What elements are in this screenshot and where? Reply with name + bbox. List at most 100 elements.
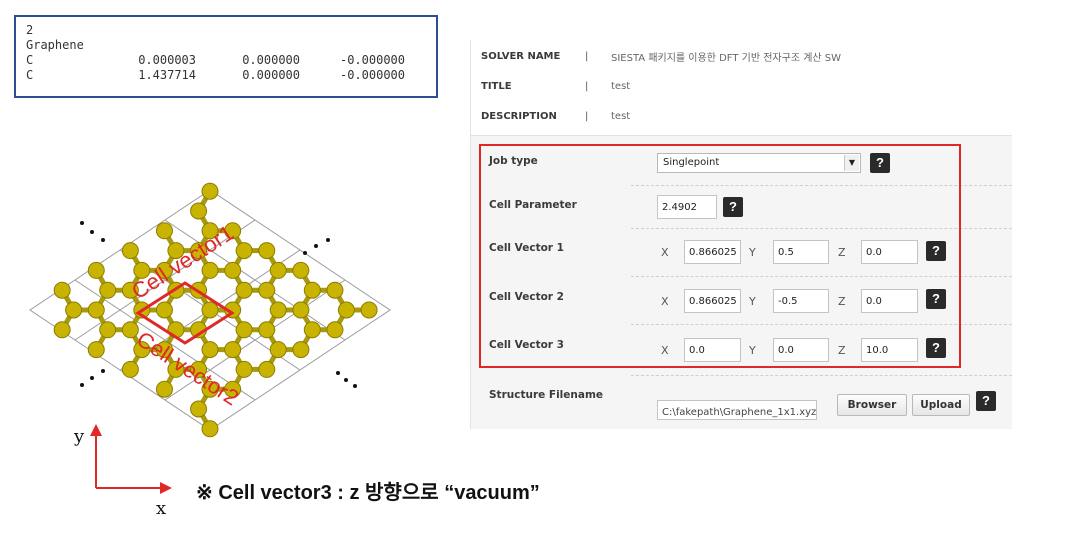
help-icon[interactable]: ? [723,197,743,217]
carbon-atom [235,360,253,378]
cell-vector3-y-input[interactable]: 0.0 [773,338,829,362]
y-label: Y [749,344,756,357]
cell-vector3-x-input[interactable]: 0.0 [684,338,741,362]
carbon-atom [258,281,276,299]
carbon-atom [155,301,173,319]
carbon-atom [155,380,173,398]
carbon-atom [201,261,219,279]
carbon-atom [190,202,208,220]
upload-button[interactable]: Upload [912,394,970,416]
cell-vector1-y-input[interactable]: 0.5 [773,240,829,264]
carbon-atom [87,301,105,319]
carbon-atom [87,341,105,359]
help-icon[interactable]: ? [976,391,996,411]
structure-filename-label: Structure Filename [489,389,604,401]
carbon-atom [167,321,185,339]
graphene-lattice-figure: Cell vector1 Cell vector2 [29,182,391,438]
cell-vector2-label: Cell Vector 2 [489,291,564,303]
carbon-atom [121,242,139,260]
carbon-atom [201,341,219,359]
vacuum-note: ※ Cell vector3 : z 방향으로 “vacuum” [196,482,540,504]
cell-parameter-input[interactable]: 2.4902 [657,195,717,219]
z-label: Z [838,246,846,259]
cell-vector2-x-input[interactable]: 0.866025 [684,289,741,313]
carbon-atom [269,261,287,279]
axes-indicator: y x [73,424,172,519]
carbon-atom [360,301,378,319]
title-label: TITLE [481,80,512,92]
description-label: DESCRIPTION [481,110,557,122]
carbon-atom [292,261,310,279]
carbon-atom [235,281,253,299]
browser-button[interactable]: Browser [837,394,907,416]
separator: | [585,110,589,122]
y-label: Y [749,246,756,259]
carbon-atom [201,182,219,200]
help-icon[interactable]: ? [926,241,946,261]
xyz-file-box: 2 Graphene C 0.000003 0.000000 -0.000000 C1… [14,15,438,98]
carbon-atom [99,281,117,299]
carbon-atom [99,321,117,339]
carbon-atom [292,301,310,319]
job-type-select[interactable]: Singlepoint ▼ [657,153,861,173]
separator: | [585,80,589,92]
help-icon[interactable]: ? [926,338,946,358]
z-label: Z [838,295,846,308]
carbon-atom [269,341,287,359]
carbon-atom [326,321,344,339]
title-value: test [611,80,631,92]
x-label: X [661,246,669,259]
atom-row: C 1.437714 0.000000 -0.000000 [26,68,405,82]
carbon-atom [235,242,253,260]
cell-vector1-x-input[interactable]: 0.866025 [684,240,741,264]
carbon-atom [201,301,219,319]
x-label: X [661,295,669,308]
x-axis-label: x [156,498,166,519]
carbon-atom [65,301,83,319]
help-icon[interactable]: ? [926,289,946,309]
carbon-atom [53,321,71,339]
cell-parameter-label: Cell Parameter [489,199,577,211]
carbon-atom [326,281,344,299]
title-row: TITLE | test [481,76,630,96]
job-type-label: Job type [489,155,538,167]
carbon-atom [235,321,253,339]
divider [631,375,1012,376]
carbon-atom [258,321,276,339]
separator: | [585,50,589,62]
solver-name-value: SIESTA 패키지를 이용한 DFT 기반 전자구조 계산 SW [611,52,842,64]
solver-name-label: SOLVER NAME [481,50,561,62]
carbon-atom [53,281,71,299]
carbon-atom [224,341,242,359]
cell-vector1-label: Cell Vector 1 [489,242,564,254]
job-type-value: Singlepoint [663,157,720,168]
solver-name-row: SOLVER NAME | SIESTA 패키지를 이용한 DFT 기반 전자구… [481,46,841,66]
help-icon[interactable]: ? [870,153,890,173]
carbon-atom [303,281,321,299]
cell-vector1-z-input[interactable]: 0.0 [861,240,918,264]
carbon-atom [292,341,310,359]
carbon-atom [303,321,321,339]
z-label: Z [838,344,846,357]
description-row: DESCRIPTION | test [481,106,630,126]
solver-form-panel: SOLVER NAME | SIESTA 패키지를 이용한 DFT 기반 전자구… [470,40,1012,429]
structure-filename-input[interactable]: C:\fakepath\Graphene_1x1.xyz [657,400,817,420]
cell-vector2-y-input[interactable]: -0.5 [773,289,829,313]
carbon-atom [258,360,276,378]
cell-vector2-label: Cell vector2 [132,326,243,410]
y-axis-label: y [73,426,85,447]
y-label: Y [749,295,756,308]
chevron-down-icon[interactable]: ▼ [844,155,859,171]
cell-vector3-label: Cell Vector 3 [489,339,564,351]
description-value: test [611,110,631,122]
cell-vector3-z-input[interactable]: 10.0 [861,338,918,362]
carbon-atom [224,261,242,279]
carbon-atom [121,360,139,378]
carbon-atom [337,301,355,319]
cell-vector2-z-input[interactable]: 0.0 [861,289,918,313]
carbon-atom [121,321,139,339]
carbon-atom [258,242,276,260]
carbon-atom [87,261,105,279]
atom-row: C 0.000003 0.000000 -0.000000 [26,53,405,67]
x-label: X [661,344,669,357]
